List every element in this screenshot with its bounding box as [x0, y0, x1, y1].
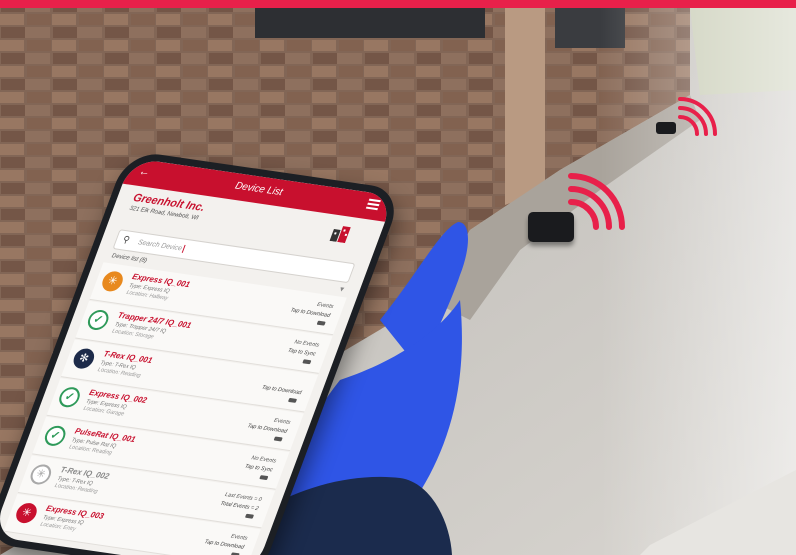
- device-status-icon: ✻: [70, 347, 98, 370]
- device-list-label: Device list (8): [110, 253, 148, 265]
- device-status-icon: ✓: [41, 424, 69, 448]
- battery-icon: [287, 397, 298, 403]
- device-status-icon: ✳: [27, 463, 55, 486]
- device-action[interactable]: Tap to Sync: [244, 464, 274, 474]
- battery-icon: [302, 359, 312, 365]
- device-events: Events: [272, 417, 292, 426]
- device-events: Events: [315, 301, 335, 311]
- battery-icon: [259, 475, 269, 481]
- device-action[interactable]: Total Events = 2: [219, 501, 259, 512]
- device-status-icon: ✳: [13, 501, 40, 525]
- device-status-icon: ✳: [99, 270, 126, 293]
- photo-scene: ← Device List Greenholt Inc. 321 Elk Roa…: [0, 0, 796, 555]
- battery-icon: [273, 436, 283, 442]
- device-events: No Events: [250, 455, 277, 465]
- device-events: No Events: [293, 339, 320, 349]
- device-action[interactable]: Tap to Download: [261, 385, 303, 397]
- battery-icon: [244, 513, 255, 519]
- device-status-icon: ✓: [84, 308, 112, 332]
- search-icon: ⚲: [121, 234, 132, 245]
- search-placeholder: Search Device: [137, 238, 186, 253]
- device-action[interactable]: Tap to Sync: [287, 348, 317, 358]
- building-icon[interactable]: [328, 223, 356, 244]
- filter-icon[interactable]: ▾: [338, 284, 345, 293]
- device-events: Events: [229, 533, 249, 542]
- battery-icon: [316, 320, 326, 326]
- brand-top-bar: [0, 0, 796, 8]
- device-status-icon: ✓: [56, 385, 83, 409]
